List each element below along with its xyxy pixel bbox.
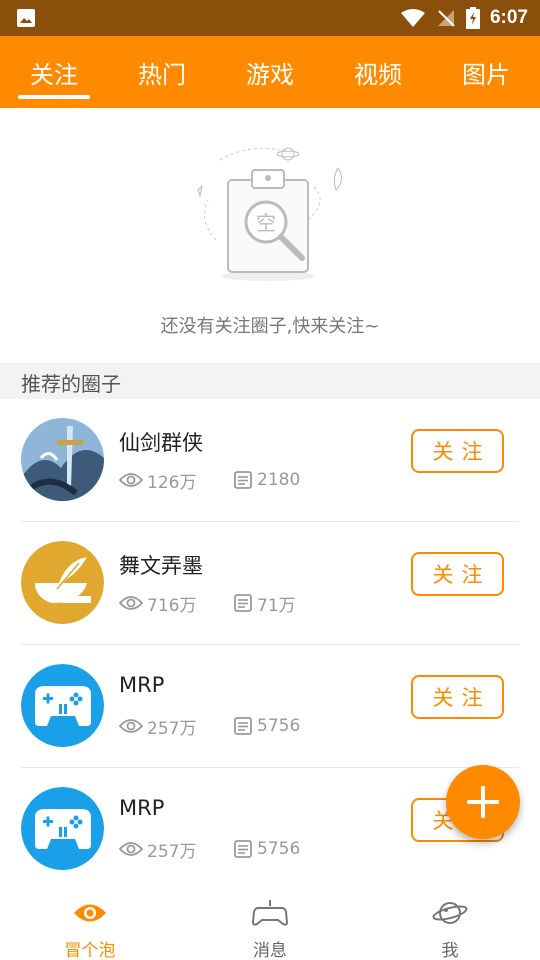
posts-count: 5756 [257,716,301,736]
active-tab-indicator [18,95,90,99]
views-stat: 257万 [119,715,197,739]
follow-button[interactable]: 关注 [411,552,504,596]
views-stat: 126万 [119,469,197,493]
views-count: 257万 [147,841,197,862]
category-tab-bar: 关注 热门 游戏 视频 图片 [0,36,540,108]
bottom-navigation: 冒个泡 消息 我 [0,888,540,960]
gamepad-icon [252,900,288,926]
battery-icon [465,7,480,29]
status-bar: 6:07 [0,0,540,36]
no-signal-icon [437,10,455,27]
posts-stat: 5756 [233,838,300,860]
document-icon [234,840,252,858]
nav-me[interactable]: 我 [360,888,540,960]
eye-icon [119,719,143,733]
tab-images[interactable]: 图片 [432,36,540,108]
circle-name: MRP [119,673,165,697]
nav-messages[interactable]: 消息 [180,888,360,960]
eye-icon [119,473,143,487]
views-count: 257万 [147,718,197,739]
circle-row[interactable]: MRP 257万 5756 关注 [0,645,540,768]
posts-stat: 5756 [233,715,300,737]
planet-icon [432,902,468,924]
gallery-icon [17,9,35,27]
circle-name: MRP [119,796,165,820]
create-post-fab[interactable] [446,765,520,839]
follow-button[interactable]: 关注 [411,429,504,473]
eye-icon [119,842,143,856]
circle-avatar [21,541,104,624]
circle-name: 仙剑群侠 [119,431,203,455]
eye-icon [119,596,143,610]
views-count: 126万 [147,472,197,493]
nav-label: 冒个泡 [64,941,116,960]
tab-games[interactable]: 游戏 [216,36,324,108]
circle-row[interactable]: 仙剑群侠 126万 2180 关注 [0,399,540,522]
follow-button[interactable]: 关注 [411,675,504,719]
document-icon [234,471,252,489]
plus-icon [467,786,499,818]
eye-icon [74,904,106,922]
circle-name: 舞文弄墨 [119,554,203,578]
nav-label: 我 [441,941,459,960]
clock: 6:07 [489,7,528,28]
views-count: 716万 [147,595,197,616]
wifi-icon [400,9,425,27]
empty-illustration-label: 空 [256,211,276,235]
circle-avatar [21,664,104,747]
posts-count: 71万 [257,595,296,616]
views-stat: 716万 [119,592,197,616]
recommended-section-header: 推荐的圈子 [0,363,540,399]
circle-avatar [21,418,104,501]
circle-avatar [21,787,104,870]
nav-label: 消息 [253,941,287,960]
nav-bubble[interactable]: 冒个泡 [0,888,180,960]
posts-count: 5756 [257,839,301,859]
circle-row[interactable]: 舞文弄墨 716万 71万 关注 [0,522,540,645]
empty-state-message: 还没有关注圈子,快来关注~ [160,316,380,337]
section-title: 推荐的圈子 [21,372,121,396]
views-stat: 257万 [119,838,197,862]
document-icon [234,594,252,612]
document-icon [234,717,252,735]
posts-stat: 71万 [233,592,296,616]
tab-hot[interactable]: 热门 [108,36,216,108]
posts-count: 2180 [257,470,301,490]
empty-clipboard-illustration: 空 [197,147,342,281]
posts-stat: 2180 [233,469,300,491]
tab-videos[interactable]: 视频 [324,36,432,108]
